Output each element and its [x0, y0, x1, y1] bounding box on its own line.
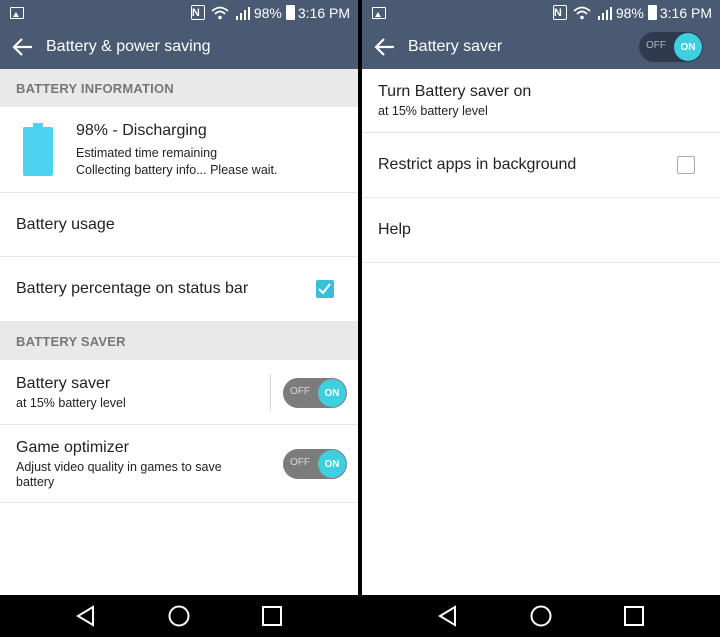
status-bar: N 98% 3:16 PM [0, 0, 358, 25]
battery-saver-row[interactable]: Battery saver at 15% battery level OFF O… [0, 360, 358, 425]
game-optimizer-row[interactable]: Game optimizer Adjust video quality in g… [0, 425, 358, 503]
check-icon [318, 283, 331, 295]
nav-home-icon[interactable] [164, 601, 194, 631]
toggle-off-label: OFF [290, 457, 310, 468]
battery-icon [285, 5, 295, 20]
battery-percentage-row[interactable]: Battery percentage on status bar [0, 257, 358, 322]
right-screen: N 98% 3:16 PM Battery saver OFF ON Turn [362, 0, 720, 637]
battery-percentage-label: Battery percentage on status bar [16, 280, 249, 297]
game-optimizer-toggle[interactable]: OFF ON [283, 449, 347, 479]
help-row[interactable]: Help [362, 198, 720, 263]
toggle-on-knob: ON [318, 379, 346, 407]
help-label: Help [378, 221, 411, 238]
wifi-icon [211, 6, 229, 20]
turn-battery-saver-on-subtitle: at 15% battery level [378, 104, 488, 118]
wifi-icon [573, 6, 591, 20]
nav-recents-icon[interactable] [619, 601, 649, 631]
battery-saver-toggle[interactable]: OFF ON [283, 378, 347, 408]
gallery-notification-icon [372, 6, 386, 19]
battery-level-icon [23, 122, 53, 176]
left-screen: N 98% 3:16 PM Battery & power saving BAT… [0, 0, 358, 637]
back-arrow-icon[interactable] [372, 34, 398, 60]
back-arrow-icon[interactable] [10, 34, 36, 60]
battery-icon [647, 5, 657, 20]
battery-percent-text: 98% [615, 4, 644, 21]
toggle-on-knob: ON [318, 450, 346, 478]
app-bar: Battery & power saving [0, 25, 358, 69]
nav-recents-icon[interactable] [257, 601, 287, 631]
restrict-apps-checkbox[interactable] [677, 156, 695, 174]
battery-information-row: 98% - Discharging Estimated time remaini… [0, 107, 358, 193]
turn-battery-saver-on-label: Turn Battery saver on [378, 83, 532, 100]
section-header-battery-saver: BATTERY SAVER [0, 322, 358, 360]
restrict-apps-row[interactable]: Restrict apps in background [362, 133, 720, 198]
navigation-bar [362, 595, 720, 637]
battery-usage-row[interactable]: Battery usage [0, 193, 358, 257]
screenshot-root: N 98% 3:16 PM Battery & power saving BAT… [0, 0, 720, 637]
restrict-apps-label: Restrict apps in background [378, 156, 577, 173]
toggle-on-knob: ON [674, 33, 702, 61]
estimated-time-label: Estimated time remaining [76, 146, 218, 160]
turn-battery-saver-on-row[interactable]: Turn Battery saver on at 15% battery lev… [362, 69, 720, 133]
battery-usage-label: Battery usage [16, 215, 115, 233]
nfc-icon: N [190, 5, 205, 20]
collecting-info-text: Collecting battery info... Please wait. [76, 163, 278, 177]
nav-back-icon[interactable] [433, 601, 463, 631]
section-header-battery-information: BATTERY INFORMATION [0, 69, 358, 107]
nav-home-icon[interactable] [526, 601, 556, 631]
battery-saver-master-toggle[interactable]: OFF ON [639, 32, 703, 62]
signal-icon [597, 6, 613, 20]
clock: 3:16 PM [659, 4, 712, 21]
gallery-notification-icon [10, 6, 24, 19]
battery-status: 98% - Discharging [76, 122, 207, 139]
battery-percent-text: 98% [253, 4, 282, 21]
status-bar: N 98% 3:16 PM [362, 0, 720, 25]
signal-icon [235, 6, 251, 20]
page-title: Battery saver [408, 38, 503, 55]
battery-percentage-checkbox[interactable] [316, 280, 334, 298]
navigation-bar [0, 595, 358, 637]
clock: 3:16 PM [297, 4, 350, 21]
app-bar: Battery saver OFF ON [362, 25, 720, 69]
toggle-off-label: OFF [646, 40, 666, 51]
row-divider [270, 374, 271, 411]
nav-back-icon[interactable] [71, 601, 101, 631]
nfc-icon: N [552, 5, 567, 20]
page-title: Battery & power saving [46, 38, 211, 55]
toggle-off-label: OFF [290, 386, 310, 397]
